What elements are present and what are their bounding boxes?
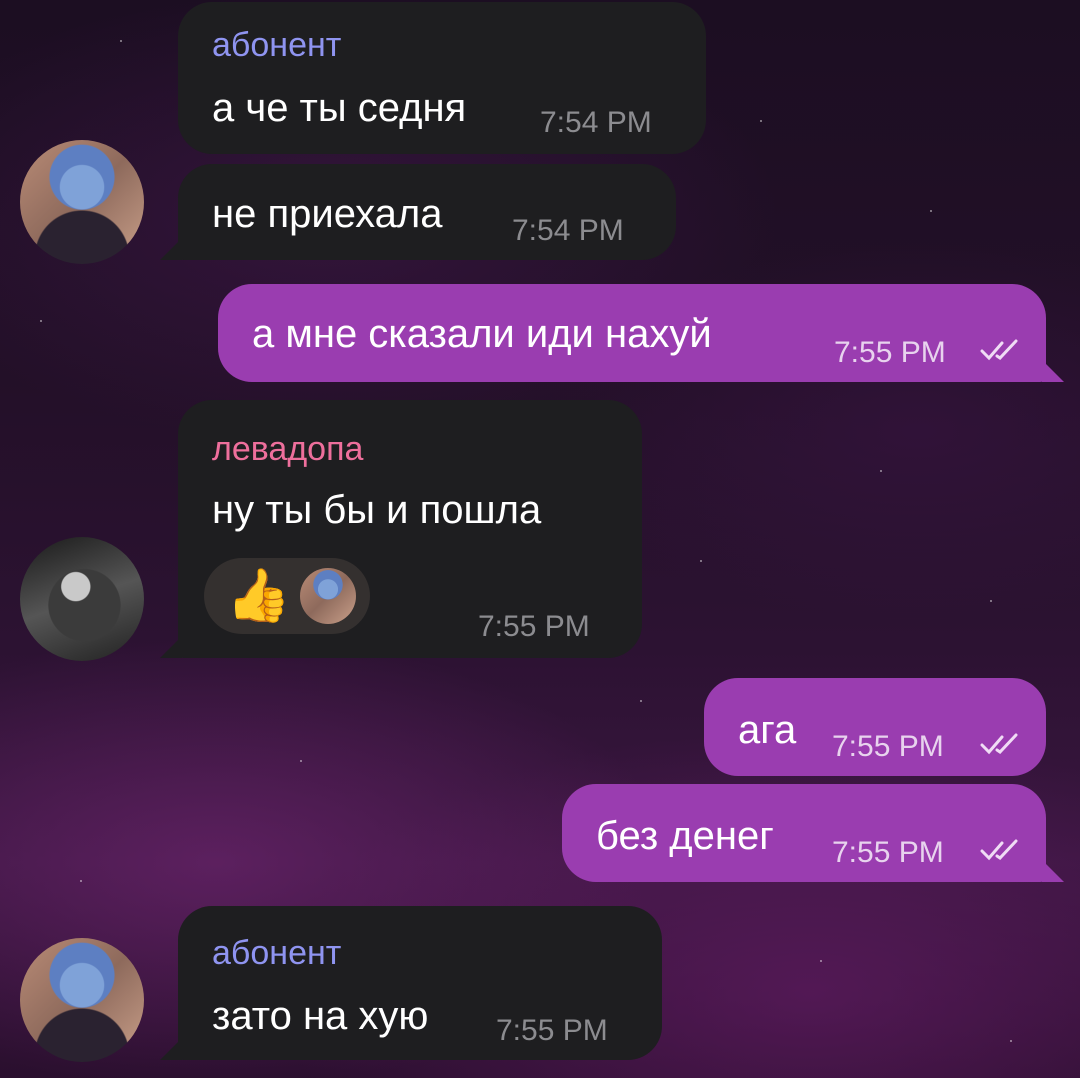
message-text: а че ты седня xyxy=(212,86,467,130)
message-bubble-incoming[interactable]: абонент а че ты седня 7:54 PM xyxy=(178,2,706,154)
reaction-chip[interactable]: 👍 xyxy=(204,558,370,634)
double-check-icon xyxy=(980,733,1018,755)
double-check-icon xyxy=(980,839,1018,861)
message-bubble-incoming[interactable]: абонент зато на хую 7:55 PM xyxy=(178,906,662,1060)
message-bubble-outgoing[interactable]: без денег 7:55 PM xyxy=(562,784,1046,882)
contact-avatar[interactable] xyxy=(20,938,144,1062)
sender-name[interactable]: абонент xyxy=(212,934,341,973)
message-text: зато на хую xyxy=(212,994,429,1038)
sender-name[interactable]: левадопа xyxy=(212,430,363,469)
double-check-icon xyxy=(980,339,1018,361)
thumbs-up-icon: 👍 xyxy=(226,567,291,625)
message-text: ну ты бы и пошла xyxy=(212,488,542,532)
message-bubble-incoming[interactable]: не приехала 7:54 PM xyxy=(178,164,676,260)
message-text: а мне сказали иди нахуй xyxy=(252,312,712,356)
sender-name[interactable]: абонент xyxy=(212,26,341,65)
message-text: не приехала xyxy=(212,192,443,236)
message-time: 7:55 PM xyxy=(496,1014,608,1047)
message-time: 7:55 PM xyxy=(832,730,944,763)
message-text: ага xyxy=(738,708,797,752)
message-time: 7:54 PM xyxy=(512,214,624,247)
message-time: 7:55 PM xyxy=(832,836,944,869)
message-time: 7:55 PM xyxy=(834,336,946,369)
message-text: без денег xyxy=(596,814,774,858)
message-bubble-outgoing[interactable]: ага 7:55 PM xyxy=(704,678,1046,776)
bubble-tail xyxy=(160,1038,182,1060)
contact-avatar[interactable] xyxy=(20,537,144,661)
contact-avatar[interactable] xyxy=(20,140,144,264)
message-time: 7:55 PM xyxy=(478,610,590,643)
reactor-avatar xyxy=(300,568,356,624)
message-bubble-incoming[interactable]: левадопа ну ты бы и пошла 👍 7:55 PM xyxy=(178,400,642,658)
message-bubble-outgoing[interactable]: а мне сказали иди нахуй 7:55 PM xyxy=(218,284,1046,382)
message-time: 7:54 PM xyxy=(540,106,652,139)
bubble-tail xyxy=(160,238,182,260)
